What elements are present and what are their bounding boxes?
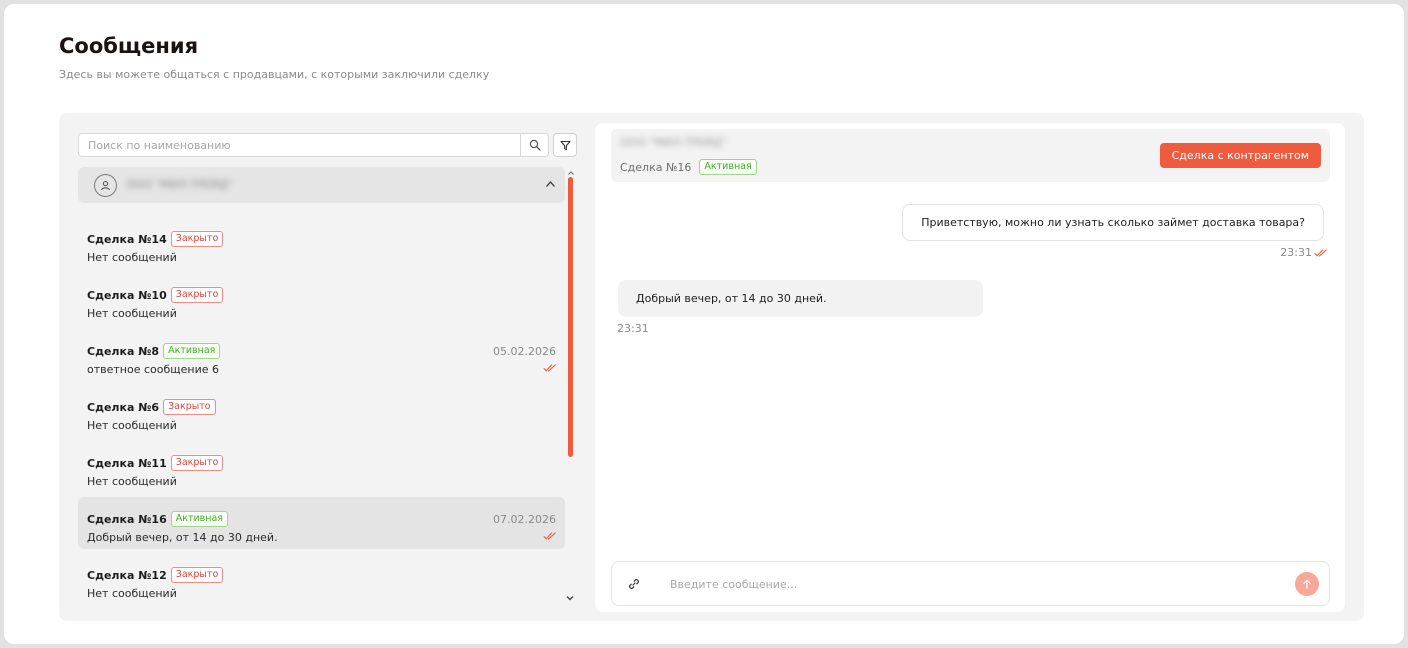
deal-name: Сделка №10 <box>87 288 167 302</box>
arrow-up-icon <box>1303 579 1311 589</box>
chat-header: ООО "МИЛ-ТРЕЙД" Сделка №16 Активная Сдел… <box>611 129 1330 182</box>
deal-last-message: Нет сообщений <box>87 475 177 488</box>
deal-title: Сделка №12 Закрыто <box>87 567 224 583</box>
deal-list-item[interactable]: Сделка №16 Активная Добрый вечер, от 14 до… <box>78 497 565 549</box>
deal-list: Сделка №14 Закрыто Нет сообщений Сделка №10… <box>78 217 565 617</box>
deal-list-item[interactable]: Сделка №14 Закрыто Нет сообщений <box>78 217 565 269</box>
status-badge: Закрыто <box>170 455 224 471</box>
deal-title: Сделка №14 Закрыто <box>87 231 224 247</box>
seller-group-header[interactable]: ООО "МИЛ-ТРЕЙД" <box>78 167 565 203</box>
deal-name: Сделка №16 <box>87 512 167 526</box>
deal-title: Сделка №16 Активная <box>87 511 229 527</box>
deal-last-message: Добрый вечер, от 14 до 30 дней. <box>87 531 278 544</box>
status-badge: Активная <box>170 511 229 527</box>
deal-date: 07.02.2026 <box>493 513 556 526</box>
filter-icon <box>559 140 571 150</box>
message-composer <box>611 561 1330 606</box>
deal-last-message: ответное сообщение 6 <box>87 363 220 376</box>
deal-title: Сделка №11 Закрыто <box>87 455 224 471</box>
double-check-icon <box>543 364 556 372</box>
counterparty-name: ООО "МИЛ-ТРЕЙД" <box>620 136 727 149</box>
deal-name: Сделка №6 <box>87 400 160 414</box>
attach-button[interactable] <box>626 576 642 592</box>
search-input[interactable] <box>79 134 521 156</box>
status-badge: Активная <box>699 159 757 175</box>
deal-title: Сделка №10 Закрыто <box>87 287 224 303</box>
deal-last-message: Нет сообщений <box>87 251 177 264</box>
double-check-icon <box>1314 249 1327 257</box>
chat-panel: ООО "МИЛ-ТРЕЙД" Сделка №16 Активная Сдел… <box>595 123 1345 612</box>
status-badge: Закрыто <box>163 399 216 415</box>
double-check-icon <box>543 532 556 540</box>
status-badge: Активная <box>163 343 221 359</box>
search-button[interactable] <box>520 134 548 156</box>
scrollbar[interactable] <box>568 177 574 457</box>
messages-page: Сообщения Здесь вы можете общаться с про… <box>4 4 1404 644</box>
deal-last-message: Нет сообщений <box>87 419 177 432</box>
filter-button[interactable] <box>553 133 577 157</box>
link-icon <box>629 579 639 589</box>
deal-name: Сделка №14 <box>87 232 167 246</box>
messenger-workspace: ООО "МИЛ-ТРЕЙД" Сделка №14ЗакрытоНет соо… <box>59 113 1364 621</box>
incoming-message: Добрый вечер, от 14 до 30 дней. <box>618 280 983 317</box>
status-badge: Закрыто <box>170 567 224 583</box>
scroll-up-icon[interactable] <box>568 171 574 175</box>
message-time: 23:31 <box>1280 246 1312 259</box>
deal-list-item[interactable]: Сделка №6 Закрыто Нет сообщений <box>78 385 565 437</box>
deal-title: Сделка №6 Закрыто <box>87 399 216 415</box>
status-badge: Закрыто <box>170 231 224 247</box>
deal-list-item[interactable]: Сделка №8 Активная ответное сообщение 6 05.… <box>78 329 565 381</box>
deal-list-item[interactable]: Сделка №12 Закрыто Нет сообщений <box>78 553 565 605</box>
deal-title: Сделка №8 Активная <box>87 343 221 359</box>
outgoing-message: Приветствую, можно ли узнать сколько зай… <box>902 204 1324 241</box>
deal-name: Сделка №8 <box>87 344 160 358</box>
send-button[interactable] <box>1295 572 1319 596</box>
deal-last-message: Нет сообщений <box>87 587 177 600</box>
collapse-button[interactable] <box>543 177 557 191</box>
deal-name: Сделка №11 <box>87 456 167 470</box>
message-input[interactable] <box>670 574 1280 594</box>
deal-last-message: Нет сообщений <box>87 307 177 320</box>
page-title: Сообщения <box>59 34 199 58</box>
deal-list-item[interactable]: Сделка №11 Закрыто Нет сообщений <box>78 441 565 493</box>
user-icon <box>101 180 110 191</box>
chevron-down-icon[interactable] <box>564 593 576 603</box>
avatar <box>94 174 117 197</box>
chevron-up-icon <box>545 181 555 187</box>
message-time: 23:31 <box>617 322 649 335</box>
chat-deal-info: Сделка №16 Активная <box>620 159 757 175</box>
deal-date: 05.02.2026 <box>493 345 556 358</box>
scrollbar-thumb[interactable] <box>568 177 573 457</box>
seller-name: ООО "МИЛ-ТРЕЙД" <box>126 178 233 191</box>
deal-list-item[interactable]: Сделка №10 Закрыто Нет сообщений <box>78 273 565 325</box>
counterparty-deal-button[interactable]: Сделка с контрагентом <box>1159 143 1321 168</box>
chat-deal-name: Сделка №16 <box>620 160 692 174</box>
search-icon <box>529 139 541 151</box>
status-badge: Закрыто <box>170 287 224 303</box>
search-box <box>78 133 549 157</box>
page-subtitle: Здесь вы можете общаться с продавцами, с… <box>59 68 490 81</box>
deal-name: Сделка №12 <box>87 568 167 582</box>
